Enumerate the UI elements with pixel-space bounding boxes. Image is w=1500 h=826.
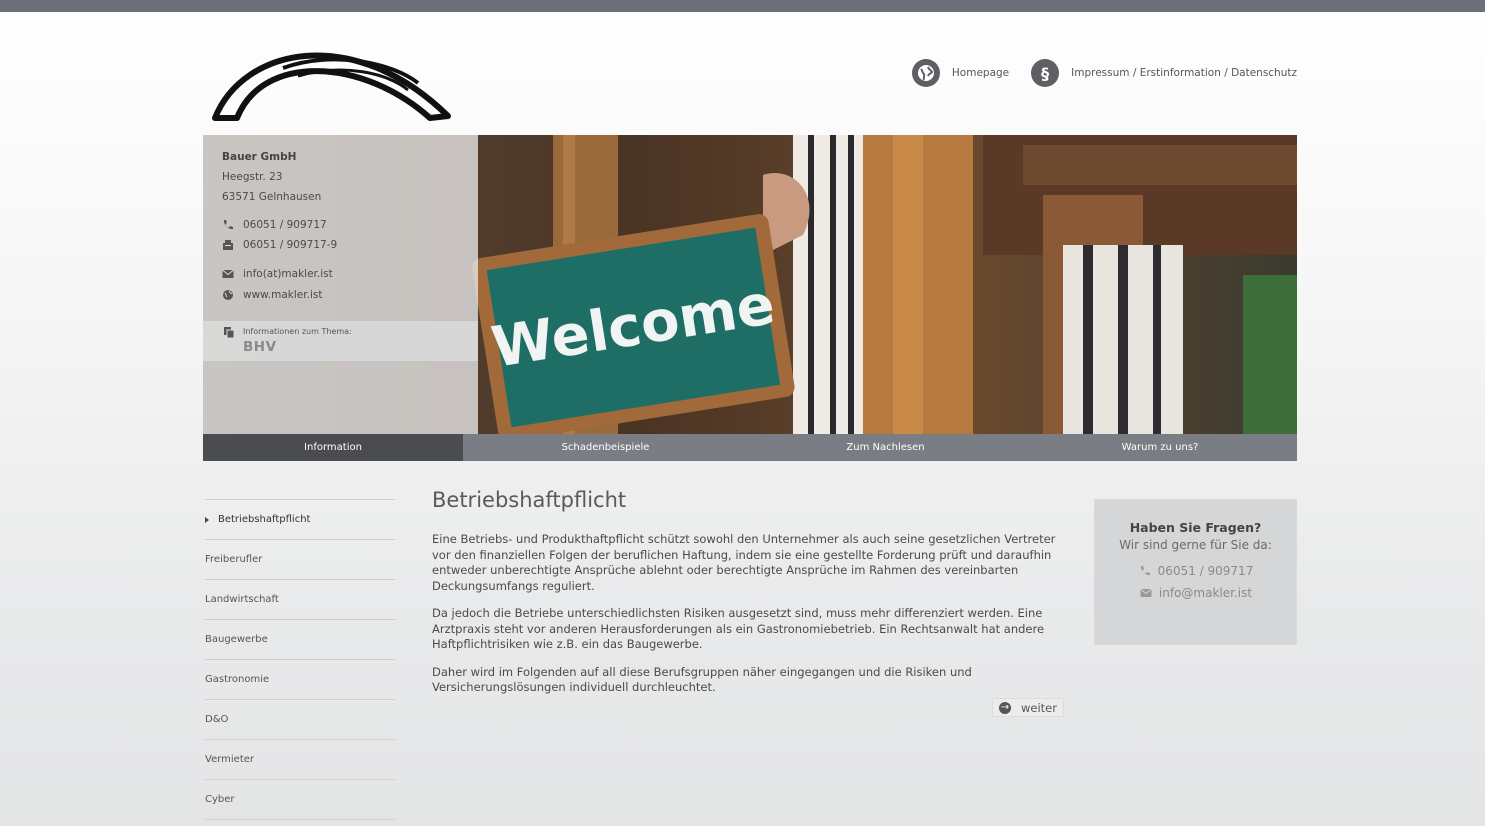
company-street: Heegstr. 23 xyxy=(222,171,283,183)
phone-number: 06051 / 909717 xyxy=(243,219,327,231)
main-nav: Information Schadenbeispiele Zum Nachles… xyxy=(203,434,1297,461)
contact-box-subtitle: Wir sind gerne für Sie da: xyxy=(1119,538,1272,552)
topic-label: Informationen zum Thema: xyxy=(243,327,352,336)
fax-icon xyxy=(222,239,234,251)
phone-icon xyxy=(1138,565,1152,577)
sidebar-item-label: Landwirtschaft xyxy=(205,594,279,605)
company-city: 63571 Gelnhausen xyxy=(222,191,322,203)
homepage-link[interactable]: Homepage xyxy=(911,59,1010,87)
sidebar-item-label: Vermieter xyxy=(205,754,255,765)
fax-number: 06051 / 909717-9 xyxy=(243,239,338,251)
web-address: www.makler.ist xyxy=(243,289,323,301)
phone-icon xyxy=(222,219,234,231)
topic-value: BHV xyxy=(243,339,277,355)
sidebar-item-label: Baugewerbe xyxy=(205,634,268,645)
sidebar-item-label: Gastronomie xyxy=(205,674,270,685)
logo-arch-icon xyxy=(212,52,451,121)
email-row[interactable]: info(at)makler.ist xyxy=(222,268,333,280)
sidebar-item-label: Cyber xyxy=(205,794,235,805)
contact-box: Haben Sie Fragen? Wir sind gerne für Sie… xyxy=(1094,499,1297,645)
paragraph-outlook: Daher wird im Folgenden auf all diese Be… xyxy=(432,664,972,695)
sidebar: Betriebshaftpflicht Freiberufler Landwir… xyxy=(205,499,395,820)
fax-row: 06051 / 909717-9 xyxy=(222,239,337,251)
header-links: Homepage § Impressum / Erstinformation /… xyxy=(911,58,1297,88)
homepage-label: Homepage xyxy=(951,67,1010,79)
sidebar-item-landwirtschaft[interactable]: Landwirtschaft xyxy=(205,579,395,619)
envelope-icon xyxy=(1139,587,1153,599)
sidebar-item-cyber[interactable]: Cyber xyxy=(205,779,395,819)
contact-box-email-address: info@makler.ist xyxy=(1158,586,1253,600)
globe-small-icon xyxy=(222,289,234,301)
top-bar xyxy=(0,0,1485,12)
tab-information[interactable]: Information xyxy=(203,434,463,461)
web-row[interactable]: www.makler.ist xyxy=(222,289,322,301)
page-title: Betriebshaftpflicht xyxy=(432,488,627,512)
sidebar-item-betriebshaftpflicht[interactable]: Betriebshaftpflicht xyxy=(205,499,395,539)
paragraph-intro: Eine Betriebs- und Produkthaftpflicht sc… xyxy=(432,532,1056,593)
sidebar-item-baugewerbe[interactable]: Baugewerbe xyxy=(205,619,395,659)
tab-zum-nachlesen[interactable]: Zum Nachlesen xyxy=(748,434,1023,461)
page-edge xyxy=(1485,0,1500,826)
impressum-link[interactable]: § Impressum / Erstinformation / Datensch… xyxy=(1031,59,1297,87)
main-content: Betriebshaftpflicht Eine Betriebs- und P… xyxy=(432,488,1064,717)
sidebar-item-gastronomie[interactable]: Gastronomie xyxy=(205,659,395,699)
company-name: Bauer GmbH xyxy=(222,151,297,163)
paragraph-risks: Da jedoch die Betriebe unterschiedlichst… xyxy=(432,606,1045,651)
tab-warum-zu-uns[interactable]: Warum zu uns? xyxy=(1023,434,1297,461)
copy-icon xyxy=(224,327,235,341)
sidebar-divider xyxy=(205,819,395,820)
paragraph-icon: § xyxy=(1031,59,1060,87)
topic-box: Informationen zum Thema: BHV xyxy=(203,321,478,361)
logo[interactable] xyxy=(203,28,455,128)
contact-box-email[interactable]: info@makler.ist xyxy=(1095,586,1296,600)
more-button-label: weiter xyxy=(1021,700,1057,715)
envelope-icon xyxy=(222,268,234,280)
sidebar-item-label: Freiberufler xyxy=(205,554,263,565)
sidebar-item-do[interactable]: D&O xyxy=(205,699,395,739)
more-button[interactable]: → weiter xyxy=(992,698,1064,717)
contact-box-phone-number: 06051 / 909717 xyxy=(1157,564,1254,578)
contact-box-title: Haben Sie Fragen? xyxy=(1129,520,1262,535)
impressum-label: Impressum / Erstinformation / Datenschut… xyxy=(1071,67,1297,79)
contact-panel: Bauer GmbH Heegstr. 23 63571 Gelnhausen … xyxy=(203,135,478,434)
sidebar-item-vermieter[interactable]: Vermieter xyxy=(205,739,395,779)
phone-row[interactable]: 06051 / 909717 xyxy=(222,219,327,231)
sidebar-item-label: Betriebshaftpflicht xyxy=(218,514,311,525)
sidebar-item-freiberufler[interactable]: Freiberufler xyxy=(205,539,395,579)
globe-icon xyxy=(911,59,940,87)
contact-box-phone[interactable]: 06051 / 909717 xyxy=(1095,564,1296,578)
tab-schadenbeispiele[interactable]: Schadenbeispiele xyxy=(463,434,748,461)
arrow-right-circle-icon: → xyxy=(999,701,1011,714)
email-address: info(at)makler.ist xyxy=(243,268,333,280)
sidebar-item-label: D&O xyxy=(205,714,229,725)
